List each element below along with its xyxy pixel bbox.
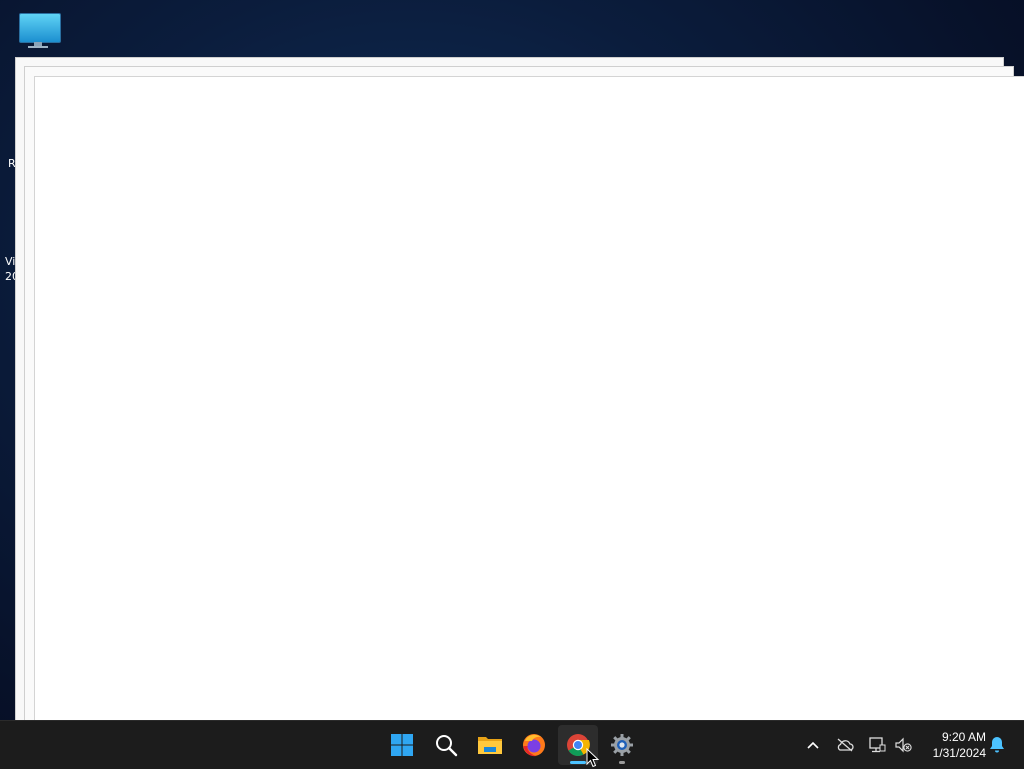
firefox-icon [523, 734, 545, 757]
desktop-icon-label-clipped[interactable]: Vi [5, 255, 15, 269]
cloud-offline-icon [837, 738, 854, 752]
file-explorer-button[interactable] [470, 725, 510, 765]
volume-muted-icon [895, 737, 912, 753]
onedrive-button[interactable] [834, 721, 856, 769]
settings-button[interactable] [602, 725, 642, 765]
folder-icon [478, 737, 502, 754]
start-button[interactable] [382, 725, 422, 765]
windows-logo-icon [391, 734, 413, 756]
gear-icon [611, 734, 633, 756]
search-button[interactable] [426, 725, 466, 765]
taskbar: 9:20 AM 1/31/2024 [0, 720, 1024, 769]
network-icon [869, 737, 886, 753]
notification-bell-icon [990, 737, 1004, 753]
clock-time: 9:20 AM [941, 730, 986, 744]
clock-date: 1/31/2024 [932, 746, 986, 760]
volume-button[interactable] [892, 721, 914, 769]
mouse-cursor-icon [586, 748, 600, 768]
notifications-button[interactable] [986, 721, 1008, 769]
active-app-indicator [570, 761, 586, 764]
running-app-indicator [619, 761, 625, 764]
chevron-up-icon [807, 741, 819, 749]
network-button[interactable] [866, 721, 888, 769]
search-icon [436, 735, 458, 757]
foreground-window[interactable] [34, 76, 1024, 728]
clock[interactable]: 9:20 AM 1/31/2024 [920, 729, 986, 761]
firefox-button[interactable] [514, 725, 554, 765]
show-hidden-icons-button[interactable] [803, 721, 823, 769]
this-pc-desktop-icon[interactable] [17, 11, 61, 51]
monitor-icon [19, 13, 61, 43]
